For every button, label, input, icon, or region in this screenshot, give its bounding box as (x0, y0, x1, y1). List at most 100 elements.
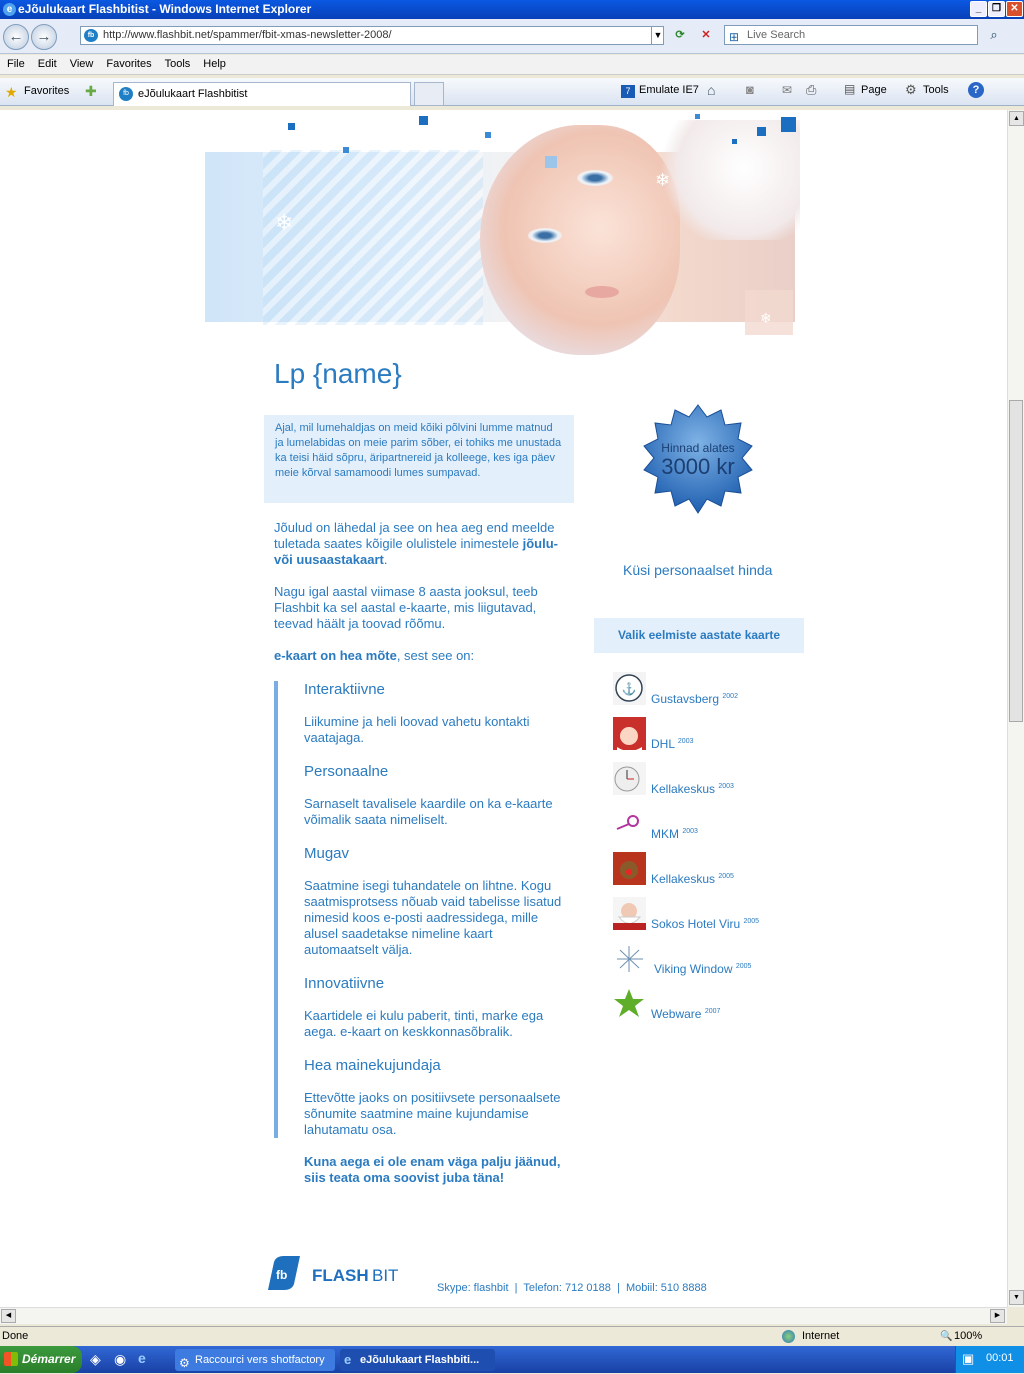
home-icon[interactable]: ⌂ (707, 82, 715, 98)
search-input[interactable]: ⊞ Live Search (724, 25, 978, 45)
add-favorite-icon[interactable]: ✚ (85, 83, 97, 100)
price-badge: Hinnad alates 3000 kr (640, 403, 756, 519)
favorites-button[interactable]: Favorites (24, 85, 69, 97)
page-icon: ▤ (844, 82, 856, 96)
menu-favorites[interactable]: Favorites (99, 55, 157, 70)
ie-quicklaunch-icon[interactable]: e (138, 1350, 146, 1366)
quicklaunch-icon[interactable]: ◉ (114, 1351, 126, 1368)
favorites-star-icon: ★ (5, 84, 18, 100)
close-button[interactable]: ✕ (1006, 1, 1023, 17)
new-tab-button[interactable] (414, 82, 444, 106)
stop-icon[interactable]: ✕ (696, 25, 716, 45)
print-icon[interactable]: ⎙ (806, 82, 816, 98)
scroll-right-icon[interactable]: ▶ (990, 1309, 1005, 1323)
feature-title: Personaalne (304, 763, 389, 780)
ask-price-link[interactable]: Küsi personaalset hinda (623, 562, 772, 578)
feature-title: Interaktiivne (304, 681, 385, 698)
emulate-ie7-button[interactable]: Emulate IE7 (639, 84, 699, 96)
internet-zone-icon (782, 1330, 795, 1343)
zone-text: Internet (802, 1330, 840, 1342)
feeds-icon[interactable]: ◙ (746, 82, 754, 97)
scroll-left-icon[interactable]: ◀ (1, 1309, 16, 1323)
vertical-scrollbar[interactable]: ▲ ▼ (1007, 110, 1024, 1307)
svg-text:⚓: ⚓ (622, 682, 637, 696)
address-input[interactable]: fb http://www.flashbit.net/spammer/fbit-… (80, 26, 664, 45)
address-dropdown-icon[interactable]: ▼ (651, 26, 664, 45)
list-item[interactable]: MKM 2003 (613, 807, 813, 841)
windows-logo-icon (4, 1352, 18, 1366)
live-search-icon: ⊞ (729, 30, 740, 44)
search-go-icon[interactable]: ⌕ (983, 25, 1005, 45)
feature-text: Kaartidele ei kulu paberit, tinti, marke… (304, 1008, 544, 1039)
minimize-button[interactable]: _ (970, 1, 987, 17)
mail-icon[interactable]: ✉ (782, 83, 792, 97)
features-accent-bar (274, 681, 278, 1138)
call-to-action: Kuna aega ei ole enam väga palju jäänud,… (304, 1154, 561, 1185)
gustavsberg-logo-icon: ⚓ (613, 672, 646, 705)
previous-cards-heading: Valik eelmiste aastate kaarte (594, 618, 804, 653)
taskbar-item-shortcut[interactable]: ⚙ Raccourci vers shotfactory (175, 1349, 335, 1371)
tab-favicon: fb (119, 87, 133, 101)
menu-view[interactable]: View (63, 55, 100, 70)
zoom-icon: 🔍 (940, 1331, 953, 1342)
shortcut-icon: ⚙ (179, 1356, 190, 1370)
badge-line1: Hinnad alates (661, 441, 735, 455)
address-toolbar: ← → fb http://www.flashbit.net/spammer/f… (0, 19, 1024, 54)
ie-icon: e (3, 3, 16, 16)
maximize-button[interactable]: ❐ (988, 1, 1005, 17)
clock-thumbnail-icon (613, 762, 646, 795)
intro-box: Ajal, mil lumehaldjas on meid kõiki põlv… (264, 415, 574, 503)
svg-text:fb: fb (276, 1268, 287, 1282)
page-menu-button[interactable]: Page (861, 84, 887, 96)
tab-current[interactable]: fb eJõulukaart Flashbitist (113, 82, 411, 106)
feature-text: Ettevõtte jaoks on positiivsete personaa… (304, 1090, 561, 1137)
zoom-level[interactable]: 100% (954, 1327, 982, 1346)
network-icon[interactable]: ▣ (962, 1351, 974, 1367)
clock: 00:01 (986, 1352, 1014, 1364)
refresh-icon[interactable]: ⟳ (670, 25, 690, 45)
taskbar: Démarrer ◈ ◉ e ⚙ Raccourci vers shotfact… (0, 1346, 1024, 1373)
feature-text: Sarnaselt tavalisele kaardile on ka e-ka… (304, 796, 553, 827)
list-item[interactable]: Kellakeskus 2003 (613, 762, 813, 796)
favorites-bar: ★ Favorites ✚ fb eJõulukaart Flashbitist… (0, 78, 1024, 106)
ie-icon: e (344, 1352, 352, 1367)
feature-text: Liikumine ja heli loovad vahetu kontakti… (304, 714, 530, 745)
quicklaunch-icon[interactable]: ◈ (90, 1351, 101, 1368)
menu-help[interactable]: Help (196, 55, 232, 70)
start-button[interactable]: Démarrer (0, 1346, 82, 1373)
scroll-up-icon[interactable]: ▲ (1009, 111, 1024, 126)
paragraph-ecard-idea: e-kaart on hea mõte, sest see on: (274, 648, 475, 663)
reindeer-thumbnail-icon (613, 852, 646, 885)
contact-info: Skype: flashbit | Telefon: 712 0188 | Mo… (437, 1282, 707, 1294)
status-bar: Done Internet 🔍 100% (0, 1326, 1024, 1346)
back-button[interactable]: ← (3, 24, 29, 50)
feature-title: Hea mainekujundaja (304, 1057, 441, 1074)
list-item[interactable]: DHL 2003 (613, 717, 813, 751)
page-viewport: ❄ ❄ ❄ Lp {name} Ajal, mil lumehaldjas on… (0, 110, 1007, 1307)
santa-thumbnail-icon (613, 717, 646, 751)
menu-tools[interactable]: Tools (158, 55, 197, 70)
list-item[interactable]: ⚓ Gustavsberg 2002 (613, 672, 813, 706)
scroll-down-icon[interactable]: ▼ (1009, 1290, 1024, 1305)
forward-button[interactable]: → (31, 24, 57, 50)
list-item[interactable]: Kellakeskus 2005 (613, 852, 813, 886)
list-item[interactable]: Sokos Hotel Viru 2005 (613, 897, 813, 931)
horizontal-scrollbar[interactable]: ◀ ▶ (0, 1307, 1007, 1324)
taskbar-item-browser[interactable]: e eJõulukaart Flashbiti... (340, 1349, 495, 1371)
site-favicon: fb (84, 29, 98, 42)
paragraph-christmas: Jõulud on lähedal ja see on hea aeg end … (274, 520, 558, 567)
santa-face-thumbnail-icon (613, 897, 646, 930)
list-item[interactable]: Viking Window 2005 (613, 942, 813, 976)
status-text: Done (2, 1330, 29, 1342)
menu-file[interactable]: File (0, 55, 31, 70)
list-item[interactable]: Webware 2007 (613, 987, 813, 1021)
tools-menu-button[interactable]: Tools (923, 84, 949, 96)
scroll-thumb[interactable] (1009, 400, 1023, 722)
window-title: eJõulukaart Flashbitist - Windows Intern… (18, 2, 312, 16)
ie7-icon: 7 (621, 85, 635, 98)
menu-edit[interactable]: Edit (31, 55, 63, 70)
ornament-thumbnail-icon (613, 807, 646, 840)
system-tray: ▣ 00:01 (955, 1346, 1024, 1373)
help-icon[interactable]: ? (968, 82, 984, 98)
feature-text: Saatmine isegi tuhandatele on lihtne. Ko… (304, 878, 562, 957)
